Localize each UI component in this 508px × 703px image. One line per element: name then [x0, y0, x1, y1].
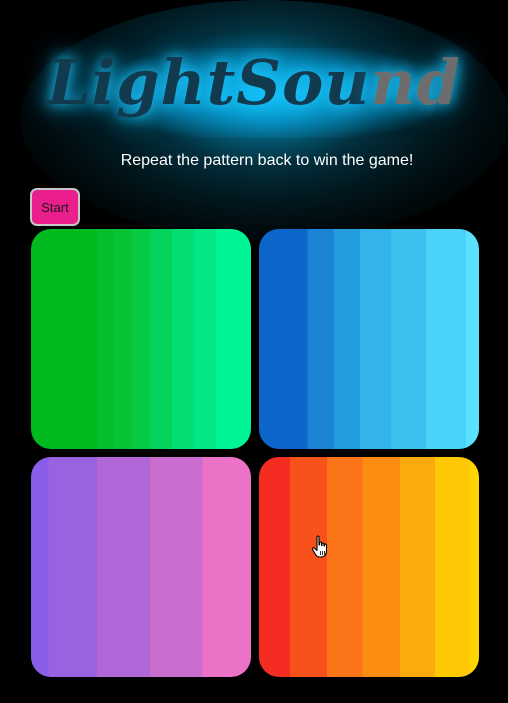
pad-blue[interactable]	[259, 229, 479, 449]
pad-orange[interactable]	[259, 457, 479, 677]
logo-text-lit: LightSou	[47, 46, 371, 119]
start-button[interactable]: Start	[30, 188, 80, 226]
logo-text-dim: nd	[370, 46, 461, 119]
hand-pointer-icon	[311, 535, 328, 558]
game-logo: LightSound	[0, 38, 508, 128]
pad-purple[interactable]	[31, 457, 251, 677]
pad-green[interactable]	[31, 229, 251, 449]
instructions-text: Repeat the pattern back to win the game!	[120, 152, 414, 169]
